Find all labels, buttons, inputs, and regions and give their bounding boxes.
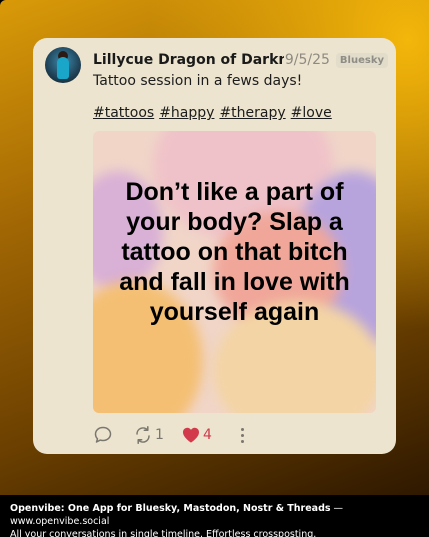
quote-line: your body? Slap a (126, 208, 343, 236)
quote-line: Don’t like a part of (125, 178, 344, 206)
footer-separator: — (330, 503, 344, 514)
more-vertical-icon[interactable] (241, 427, 244, 443)
reply-button[interactable] (93, 425, 133, 445)
footer-line-1: Openvibe: One App for Bluesky, Mastodon,… (10, 502, 425, 528)
hashtag-link[interactable]: #happy (159, 105, 214, 121)
quote-line: tattoo on that bitch (121, 238, 348, 266)
hashtag-link[interactable]: #love (291, 105, 332, 121)
image-quote-text: Don’t like a part of your body? Slap a t… (93, 177, 376, 327)
post-image[interactable]: Don’t like a part of your body? Slap a t… (93, 131, 376, 413)
comment-icon (94, 426, 112, 443)
hashtag-link[interactable]: #therapy (219, 105, 285, 121)
repost-icon (136, 426, 150, 444)
post-header: Lillycue Dragon of Darkness 9/5/25 Blues… (93, 50, 388, 70)
footer: Openvibe: One App for Bluesky, Mastodon,… (10, 502, 425, 537)
source-badge: Bluesky (335, 52, 388, 68)
repost-count: 1 (155, 427, 164, 443)
like-count: 4 (203, 427, 212, 443)
post-card[interactable]: Lillycue Dragon of Darkness 9/5/25 Blues… (33, 38, 396, 454)
post-text: Tattoo session in a fews days! (93, 73, 303, 89)
author-name[interactable]: Lillycue Dragon of Darkness (93, 52, 284, 68)
hashtag-list: #tattoos #happy #therapy #love (93, 105, 332, 121)
post-actions: 1 4 (93, 424, 244, 446)
footer-tagline: All your conversations in single timelin… (10, 529, 317, 537)
hashtag-link[interactable]: #tattoos (93, 105, 154, 121)
like-button[interactable]: 4 (181, 425, 221, 445)
avatar-figure (57, 57, 69, 79)
quote-line: and fall in love with (119, 268, 350, 296)
footer-url[interactable]: www.openvibe.social (10, 516, 109, 527)
repost-button[interactable]: 1 (133, 425, 181, 445)
app-name: Openvibe: One App for Bluesky, Mastodon,… (10, 503, 331, 514)
quote-line: yourself again (149, 298, 320, 326)
avatar[interactable] (45, 47, 81, 83)
post-date: 9/5/25 (284, 52, 330, 68)
heart-icon (183, 427, 199, 443)
